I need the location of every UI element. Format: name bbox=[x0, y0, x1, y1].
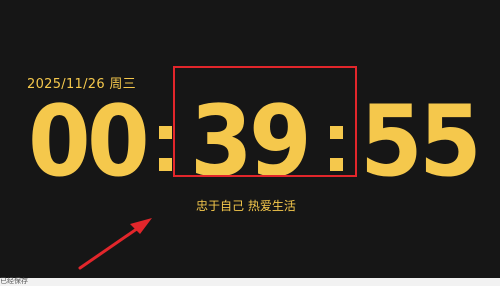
footer-text: 已经保存 bbox=[0, 277, 28, 285]
bottom-strip bbox=[0, 278, 500, 286]
annotation-arrow-icon bbox=[78, 218, 152, 270]
clock-screen: 2025/11/26 周三 00 39 55 忠于自己 热爱生活 bbox=[0, 0, 500, 278]
